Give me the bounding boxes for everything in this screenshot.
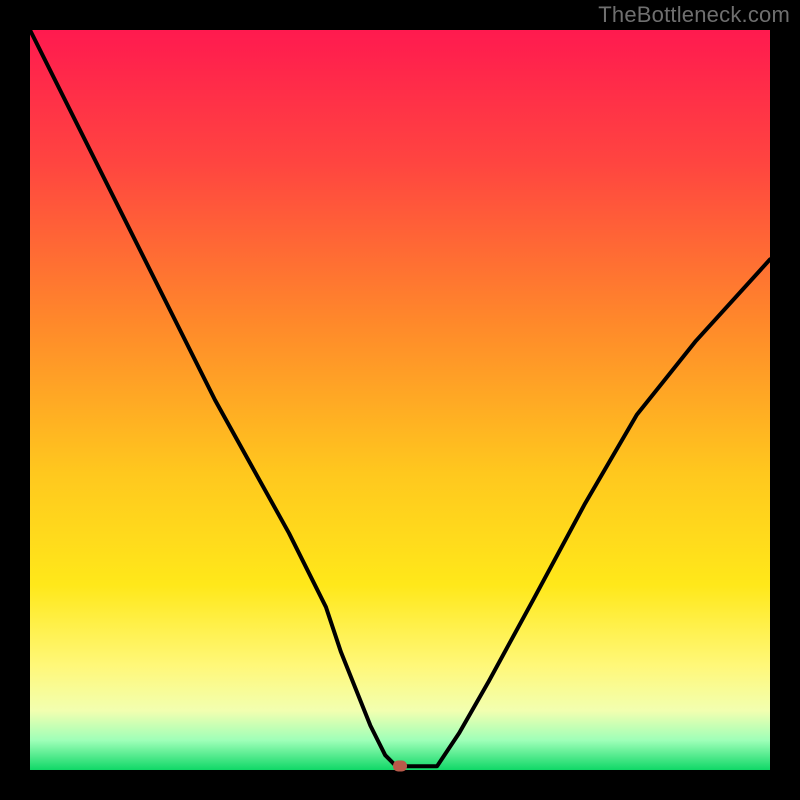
minimum-marker [393,761,407,772]
plot-area [30,30,770,770]
bottleneck-curve [30,30,770,770]
chart-frame: TheBottleneck.com [0,0,800,800]
watermark-text: TheBottleneck.com [598,2,790,28]
